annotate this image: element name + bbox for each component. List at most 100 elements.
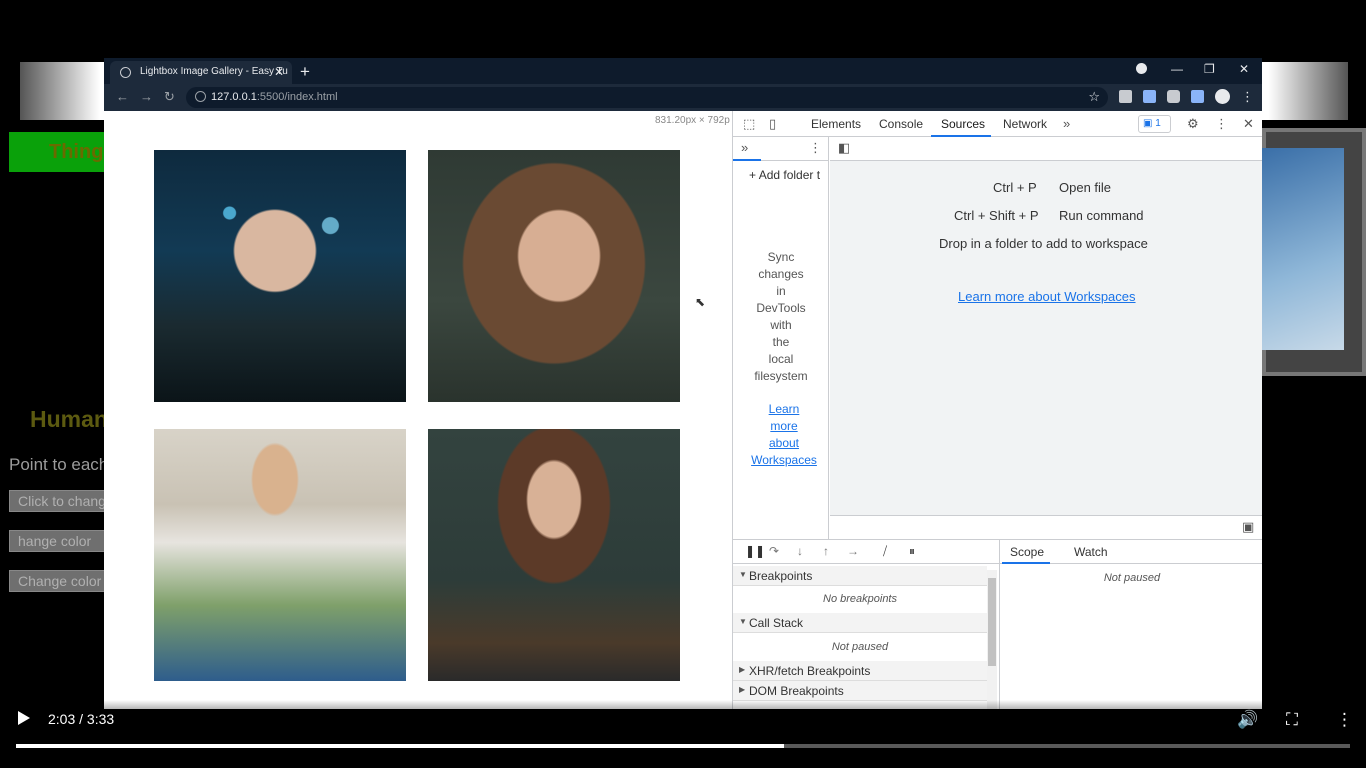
sync-line: the [772,335,790,349]
message-count: 1 [1155,118,1161,129]
minimize-button[interactable]: — [1171,62,1183,76]
tab-console[interactable]: Console [879,117,923,131]
extension-icon[interactable] [1143,90,1156,103]
tab-sources[interactable]: Sources [941,117,985,131]
inspect-icon[interactable]: ⬚ [743,116,755,132]
play-icon[interactable] [18,711,30,725]
step-into-icon[interactable]: ↓ [797,544,803,558]
navigator-header: » ⋮ [733,137,829,161]
call-stack-section[interactable]: ▼ Call Stack [733,613,987,633]
gallery-image[interactable] [428,429,680,681]
tab-watch[interactable]: Watch [1074,545,1108,559]
menu-icon[interactable]: ⋮ [1241,89,1254,105]
close-window-button[interactable]: ✕ [1239,62,1249,76]
caret-down-icon: ▼ [739,570,747,579]
shortcut-keys: Ctrl + Shift + P [954,208,1039,223]
xhr-breakpoints-section[interactable]: ▶ XHR/fetch Breakpoints [733,661,987,681]
messages-badge[interactable]: ▣ 1 [1138,115,1171,133]
address-bar[interactable]: 127.0.0.1:5500/index.html ☆ [186,87,1108,108]
deactivate-breakpoints-icon[interactable]: ⧸ [883,544,887,559]
dom-breakpoints-section[interactable]: ▶ DOM Breakpoints [733,681,987,701]
exit-fullscreen-icon[interactable]: ⛶ [1286,710,1298,730]
add-folder-label: Add folder t [758,168,821,182]
sync-line: changes [758,267,804,281]
close-tab-icon[interactable]: ✕ [274,65,284,79]
gear-icon[interactable]: ⚙ [1187,116,1199,132]
back-icon[interactable]: ← [116,89,129,104]
forward-icon[interactable]: → [140,89,153,104]
avatar[interactable] [1215,89,1230,104]
shortcut-action: Run command [1059,208,1144,223]
editor-header: ◧ [830,137,1262,161]
browser-tab[interactable]: Lightbox Image Gallery - Easy Tu ✕ [110,61,292,84]
sync-line: filesystem [754,369,808,383]
url-host: 127.0.0.1 [211,91,257,103]
tab-elements[interactable]: Elements [811,117,861,131]
step-over-icon[interactable]: ↷ [769,544,779,558]
step-out-icon[interactable]: ↑ [823,544,829,558]
gmail-extension-icon[interactable] [1119,90,1132,103]
progress-fill [16,744,785,748]
scope-tabbar: Scope Watch [1000,540,1262,564]
tab-scope[interactable]: Scope [1010,545,1044,559]
sync-line: in [776,284,786,298]
caret-down-icon: ▼ [739,617,747,626]
new-tab-button[interactable]: + [300,62,310,82]
info-icon[interactable] [195,91,206,102]
drop-folder-hint: Drop in a folder to add to workspace [939,236,1148,251]
caret-right-icon: ▶ [739,685,746,694]
gallery-image[interactable] [428,150,680,402]
navigator-menu-icon[interactable]: ⋮ [809,140,822,156]
debugger-pane: ❚❚ ↷ ↓ ↑ → ⧸ ⏸ ▼ Breakpoints No breakpoin… [733,539,1262,709]
scrollbar[interactable] [987,570,997,709]
background-button: Click to chang [9,490,105,512]
time-display: 2:03 / 3:33 [48,711,115,727]
close-devtools-icon[interactable]: ✕ [1243,116,1254,132]
debugger-toolbar: ❚❚ ↷ ↓ ↑ → ⧸ ⏸ [733,540,999,564]
pause-on-exceptions-icon[interactable]: ⏸ [909,544,915,559]
more-panes-icon[interactable]: » [741,140,748,155]
progress-bar[interactable] [16,744,1350,748]
restore-button[interactable]: ❐ [1204,62,1215,76]
breakpoints-section[interactable]: ▼ Breakpoints [733,566,987,586]
pause-icon[interactable]: ❚❚ [745,544,765,558]
gallery-image[interactable] [154,429,406,681]
toggle-debugger-icon[interactable]: ▣ [1242,519,1254,535]
video-frame: Thing Human Point to each Click to chang… [0,0,1366,768]
background-button: Change color [9,570,105,592]
learn-workspaces-link[interactable]: Learn more about Workspaces [958,289,1136,304]
section-title: Breakpoints [749,569,813,583]
volume-icon[interactable]: 🔊 [1237,710,1258,730]
background-heading: Human [30,406,108,432]
kebab-menu-icon[interactable]: ⋮ [1215,116,1228,132]
section-title: XHR/fetch Breakpoints [749,664,871,678]
device-toggle-icon[interactable]: ▯ [769,116,776,132]
empty-message: Not paused [831,641,889,653]
empty-message: No breakpoints [823,593,897,605]
puzzle-icon[interactable] [1191,90,1204,103]
active-pane-indicator [733,159,761,161]
scrollbar-thumb[interactable] [988,578,996,666]
shortcut-action: Open file [1059,180,1112,195]
reload-icon[interactable]: ↻ [164,89,175,105]
camera-extension-icon[interactable] [1167,90,1180,103]
more-tabs-icon[interactable]: » [1063,116,1070,131]
devtools-tabbar: ⬚ ▯ Elements Console Sources Network » ▣… [733,111,1262,137]
mouse-cursor-icon: ⬉ [695,295,706,309]
globe-icon [120,67,131,78]
toggle-navigator-icon[interactable]: ◧ [838,140,850,156]
caret-right-icon: ▶ [739,665,746,674]
add-folder-button[interactable]: + Add folder t [749,168,827,182]
tab-network[interactable]: Network [1003,117,1047,131]
profile-dot-icon[interactable] [1136,63,1147,74]
learn-workspaces-link[interactable]: Learn more about Workspaces [733,401,829,469]
more-options-icon[interactable]: ⋮ [1336,710,1353,730]
sync-message: Sync changes in DevTools with the local … [733,249,829,385]
player-controls [0,700,1366,768]
viewport-dimensions: 831.20px × 792p [655,115,730,126]
tab-strip: Lightbox Image Gallery - Easy Tu ✕ + — ❐… [104,58,1262,84]
bookmark-star-icon[interactable]: ☆ [1088,89,1100,105]
step-icon[interactable]: → [847,544,859,558]
sync-line: DevTools [756,301,806,315]
gallery-image[interactable] [154,150,406,402]
